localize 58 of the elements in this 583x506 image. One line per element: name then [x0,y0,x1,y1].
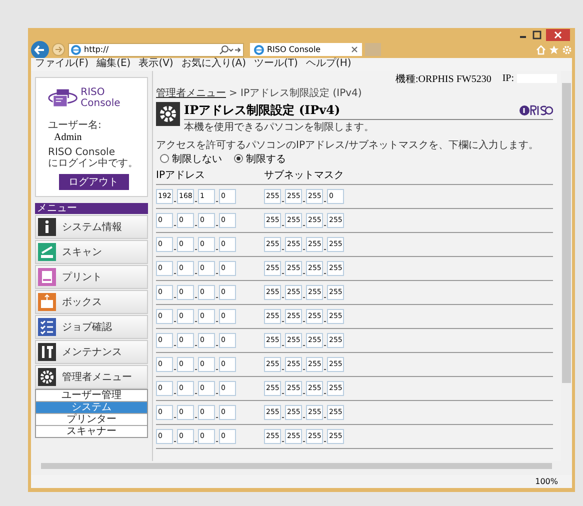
sidebar-item[interactable]: システム情報 [35,214,148,239]
page-title: IPアドレス制限設定 (IPv4) [184,102,340,119]
settings-icon [38,368,56,386]
user-label: ユーザー名: [48,118,102,132]
browser-icon [71,44,81,55]
column-header: IPアドレス [156,168,206,182]
menu-item[interactable]: 編集(E) [96,58,131,70]
menu-item[interactable]: ヘルプ(H) [306,58,352,70]
sidebar-item[interactable]: プリント [35,264,148,289]
browser-icon [254,44,264,55]
brand-logo-icon [519,104,553,116]
scanner-icon [38,242,56,261]
logout-button[interactable]: ログアウト [58,174,128,190]
menu-item[interactable]: 表示(V) [138,58,174,70]
maximize-icon[interactable] [532,30,542,40]
sidebar-item[interactable]: 管理者メニュー [35,364,148,389]
browser-tab[interactable]: RISO Console [250,43,362,56]
checklist-icon [38,318,56,336]
zoom-level[interactable]: 100% [535,477,558,486]
breadcrumb-link[interactable]: 管理者メニュー [156,86,226,100]
folder-icon [38,292,56,311]
star-icon[interactable] [549,44,559,55]
tools-icon [38,342,56,361]
info-icon [38,218,56,236]
menu-item[interactable]: お気に入り(A) [181,58,246,70]
instruction-text: アクセスを許可するパソコンのIPアドレス/サブネットマスクを、下欄に入力します。 [156,138,540,152]
logo-text: RISO Console [80,86,122,109]
address-text: http:// [84,45,110,54]
search-icon[interactable] [219,44,241,55]
menu-item[interactable]: ツール(T) [254,58,298,70]
submenu-item[interactable]: システム [36,402,147,414]
radio-option[interactable]: 制限する [234,152,286,166]
model-label: 機種:ORPHIS FW5230 [395,72,492,86]
close-icon[interactable] [546,28,570,41]
address-bar[interactable]: http:// [68,42,244,57]
login-status: にログイン中です。 [48,158,139,169]
back-icon[interactable] [31,40,49,59]
submenu-item[interactable]: スキャナー [36,426,147,437]
column-header: サブネットマスク [264,168,344,182]
user-name: Admin [53,132,83,143]
ip-label: IP: [502,73,514,84]
menu-header: メニュー [35,202,148,214]
sidebar-item[interactable]: ジョブ確認 [35,314,148,339]
page-subtitle: 本機を使用できるパソコンを制限します。 [184,120,375,134]
breadcrumb-text: > IPアドレス制限設定 (IPv4) [229,86,362,100]
submenu-item[interactable]: プリンター [36,414,147,426]
close-icon[interactable] [351,46,358,54]
login-status: RISO Console [48,146,116,158]
settings-icon [156,102,180,126]
radio-option[interactable]: 制限しない [160,152,222,166]
horizontal-scrollbar[interactable] [31,461,572,476]
sidebar-item[interactable]: ボックス [35,290,148,314]
menu-item[interactable]: ファイル(F) [35,58,89,70]
radio-icon[interactable] [160,154,169,164]
radio-icon[interactable] [234,154,243,164]
sidebar-item[interactable]: スキャン [35,240,148,264]
sidebar-item[interactable]: メンテナンス [35,340,148,364]
document-icon [38,268,56,286]
